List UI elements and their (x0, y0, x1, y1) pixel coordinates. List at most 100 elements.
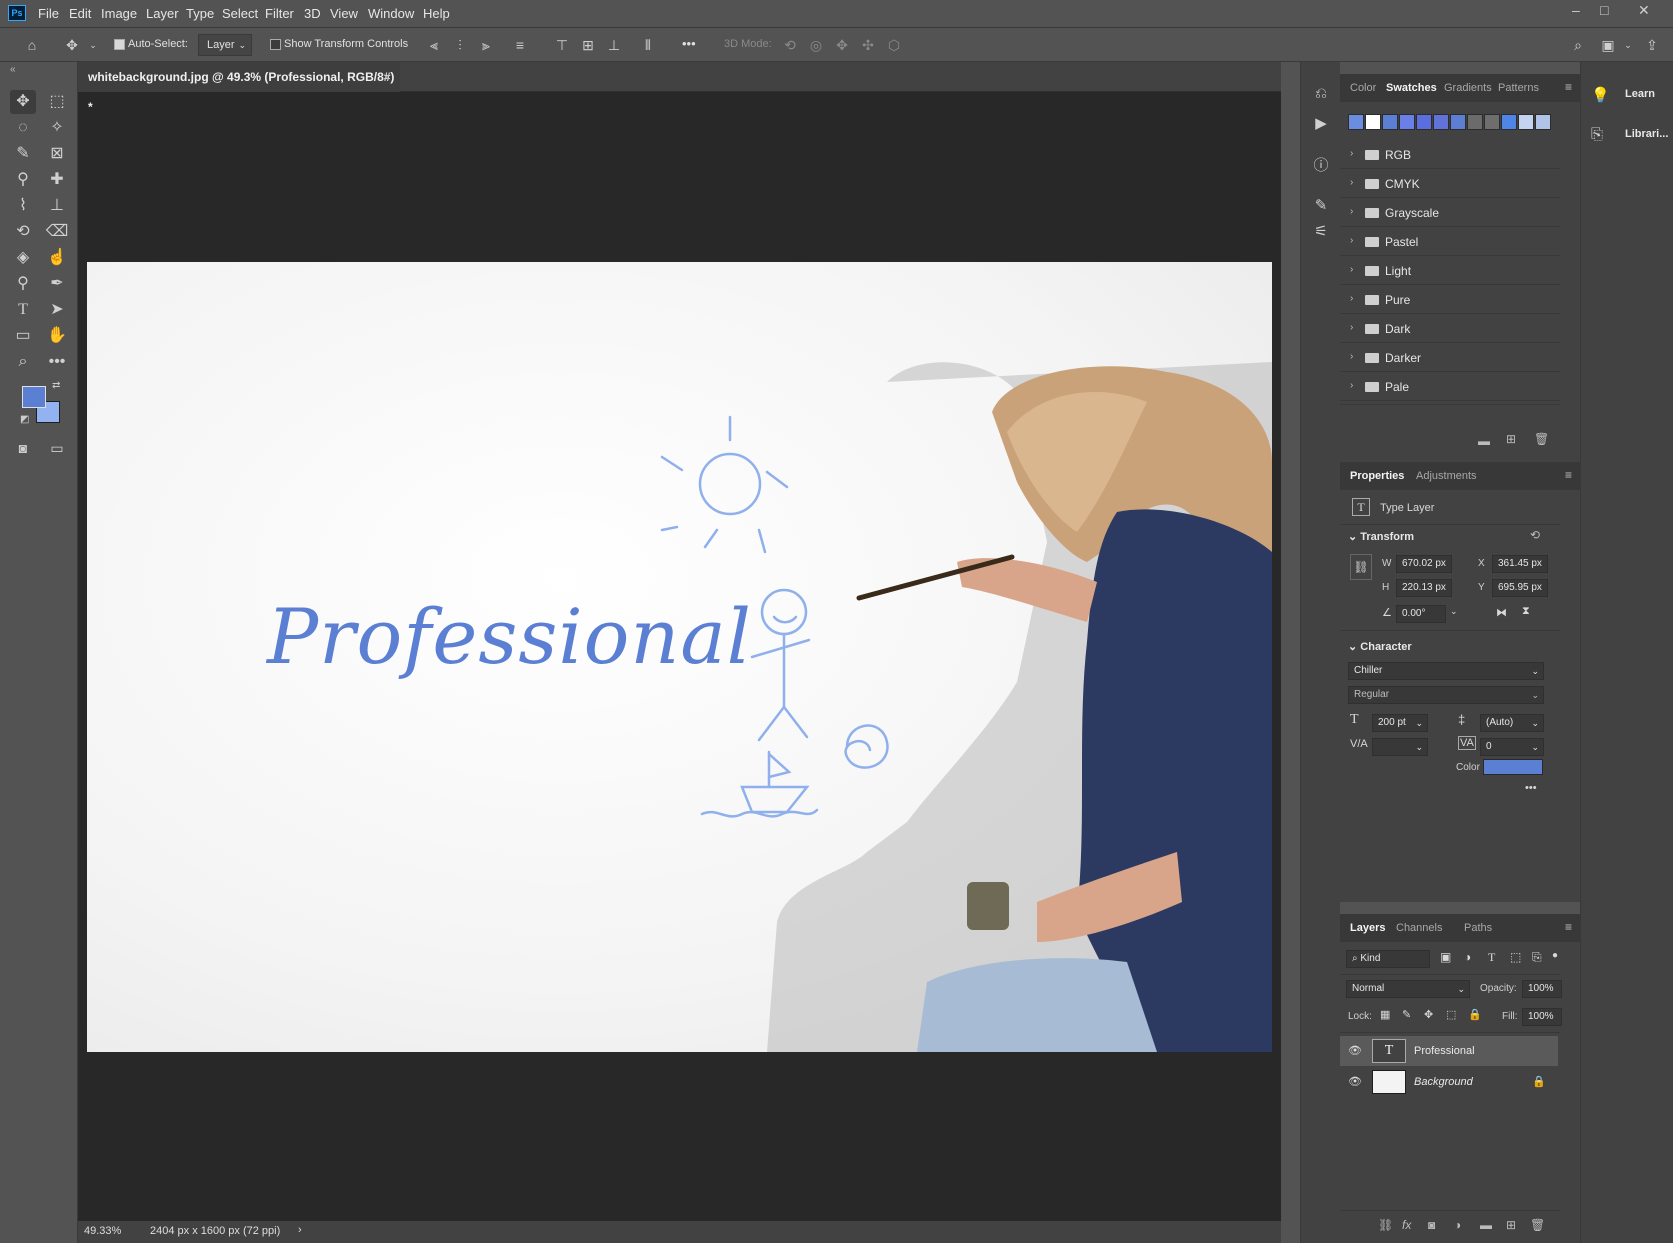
color-swatch[interactable] (1365, 114, 1381, 130)
minimize-icon[interactable]: – (1572, 2, 1580, 18)
menu-type[interactable]: Type (186, 6, 214, 21)
new-group-icon[interactable]: ▬ (1480, 1218, 1492, 1232)
lock-transparent-icon[interactable]: ▦ (1380, 1008, 1390, 1021)
3d-scale-icon[interactable]: ⬡ (884, 35, 904, 55)
color-swatch[interactable] (1467, 114, 1483, 130)
transform-section-header[interactable]: ⌄ Transform (1348, 530, 1414, 543)
swatch-group-row[interactable]: › RGB (1340, 140, 1560, 169)
more-tools-icon[interactable]: ••• (44, 350, 70, 374)
swatch-group-row[interactable]: › Pale (1340, 372, 1560, 401)
new-layer-icon[interactable]: ⊞ (1506, 1218, 1516, 1232)
path-select-tool-icon[interactable]: ➤ (44, 298, 70, 322)
show-transform-checkbox[interactable] (270, 39, 281, 50)
share-icon[interactable]: ⇪ (1642, 35, 1662, 55)
brush-settings-icon[interactable]: ⚟ (1309, 220, 1333, 244)
marquee-tool-icon[interactable]: ⬚ (44, 90, 70, 114)
layer-filter-dropdown[interactable]: ⌕ Kind (1346, 950, 1430, 968)
swatch-group-row[interactable]: › CMYK (1340, 169, 1560, 198)
y-field[interactable]: 695.95 px (1492, 579, 1548, 597)
lock-position-icon[interactable]: ✥ (1424, 1008, 1433, 1021)
quick-mask-icon[interactable]: ◙ (10, 436, 36, 460)
filter-toggle-icon[interactable]: ● (1552, 950, 1558, 961)
menu-select[interactable]: Select (222, 6, 258, 21)
filter-pixel-icon[interactable]: ▣ (1440, 950, 1451, 964)
distribute-icon[interactable]: ≡ (510, 35, 530, 55)
lock-artboard-icon[interactable]: ⬚ (1446, 1008, 1456, 1021)
rectangle-tool-icon[interactable]: ▭ (10, 324, 36, 348)
3d-slide-icon[interactable]: ✣ (858, 35, 878, 55)
zoom-level[interactable]: 49.33% (84, 1225, 121, 1237)
tab-properties[interactable]: Properties (1350, 470, 1404, 482)
tab-patterns[interactable]: Patterns (1498, 82, 1539, 94)
tab-layers[interactable]: Layers (1350, 922, 1385, 934)
chevron-down-icon[interactable]: ⌄ (1450, 606, 1458, 617)
maximize-icon[interactable]: □ (1600, 2, 1608, 18)
fill-field[interactable]: 100% (1522, 1008, 1562, 1026)
actions-panel-icon[interactable]: ▶ (1309, 112, 1333, 136)
color-swatch[interactable] (1518, 114, 1534, 130)
auto-select-dropdown[interactable]: Layer ⌄ (198, 34, 252, 56)
hand-tool-icon[interactable]: ✋ (44, 324, 70, 348)
layer-style-icon[interactable]: fx (1402, 1218, 1411, 1232)
screen-mode-icon[interactable]: ▭ (44, 436, 70, 460)
menu-view[interactable]: View (330, 6, 358, 21)
3d-pan-icon[interactable]: ✥ (832, 35, 852, 55)
link-dimensions-icon[interactable]: ⛓ (1350, 554, 1372, 580)
color-swatch[interactable] (1484, 114, 1500, 130)
swatch-group-row[interactable]: › Pure (1340, 285, 1560, 314)
pen-tool-icon[interactable]: ✒ (44, 272, 70, 296)
panel-menu-icon[interactable]: ≡ (1565, 468, 1572, 482)
eraser-tool-icon[interactable]: ⌫ (44, 220, 70, 244)
align-vcenter-icon[interactable]: ⊞ (578, 35, 598, 55)
brush-tool-icon[interactable]: ⌇ (10, 194, 36, 218)
healing-tool-icon[interactable]: ✚ (44, 168, 70, 192)
foreground-color-swatch[interactable] (22, 386, 46, 408)
menu-filter[interactable]: Filter (265, 6, 294, 21)
delete-layer-icon[interactable]: 🗑 (1530, 1218, 1545, 1232)
move-tool-preset-icon[interactable]: ✥ (62, 35, 82, 55)
font-style-dropdown[interactable]: Regular ⌄ (1348, 686, 1544, 704)
font-family-dropdown[interactable]: Chiller ⌄ (1348, 662, 1544, 680)
color-swatch[interactable] (1433, 114, 1449, 130)
learn-panel-button[interactable]: 💡 Learn (1581, 76, 1673, 114)
swatch-group-row[interactable]: › Pastel (1340, 227, 1560, 256)
text-color-swatch[interactable] (1483, 759, 1543, 775)
tab-channels[interactable]: Channels (1396, 922, 1442, 934)
search-icon[interactable]: ⌕ (1568, 35, 1588, 55)
tab-gradients[interactable]: Gradients (1444, 82, 1492, 94)
align-bottom-icon[interactable]: ⊥ (604, 35, 624, 55)
tab-color[interactable]: Color (1350, 82, 1376, 94)
history-brush-tool-icon[interactable]: ⟲ (10, 220, 36, 244)
add-mask-icon[interactable]: ◙ (1428, 1218, 1435, 1232)
status-menu-arrow[interactable]: › (298, 1224, 302, 1236)
menu-image[interactable]: Image (101, 6, 137, 21)
chevron-down-icon[interactable]: ⌄ (83, 35, 103, 55)
brushes-panel-icon[interactable]: ✎ (1309, 194, 1333, 218)
workspace-icon[interactable]: ▣ (1598, 35, 1618, 55)
info-panel-icon[interactable]: ⓘ (1309, 154, 1333, 178)
new-swatch-icon[interactable]: ⊞ (1506, 432, 1516, 446)
swatch-group-row[interactable]: › Darker (1340, 343, 1560, 372)
history-panel-icon[interactable]: ⎌ (1309, 82, 1333, 106)
menu-layer[interactable]: Layer (146, 6, 179, 21)
swatch-group-row[interactable]: › Grayscale (1340, 198, 1560, 227)
canvas[interactable]: Professional (87, 262, 1272, 1052)
color-swatch[interactable] (1348, 114, 1364, 130)
kerning-field[interactable]: ⌄ (1372, 738, 1428, 756)
close-tab-icon[interactable]: × (383, 62, 390, 92)
canvas-text-professional[interactable]: Professional (267, 592, 752, 681)
layer-name[interactable]: Professional (1414, 1045, 1475, 1057)
move-tool-icon[interactable]: ✥ (10, 90, 36, 114)
x-field[interactable]: 361.45 px (1492, 555, 1548, 573)
flip-vertical-icon[interactable]: ⧗ (1522, 605, 1530, 618)
close-window-icon[interactable]: ✕ (1638, 2, 1650, 19)
panel-menu-icon[interactable]: ≡ (1565, 80, 1572, 94)
more-options-icon[interactable]: ••• (682, 36, 696, 51)
panel-menu-icon[interactable]: ≡ (1565, 920, 1572, 934)
menu-help[interactable]: Help (423, 6, 450, 21)
filter-adjustment-icon[interactable]: ◑ (1464, 950, 1471, 964)
swatch-group-row[interactable]: › Light (1340, 256, 1560, 285)
smudge-tool-icon[interactable]: ☝ (44, 246, 70, 270)
stamp-tool-icon[interactable]: ⊥ (44, 194, 70, 218)
paint-bucket-tool-icon[interactable]: ◈ (10, 246, 36, 270)
